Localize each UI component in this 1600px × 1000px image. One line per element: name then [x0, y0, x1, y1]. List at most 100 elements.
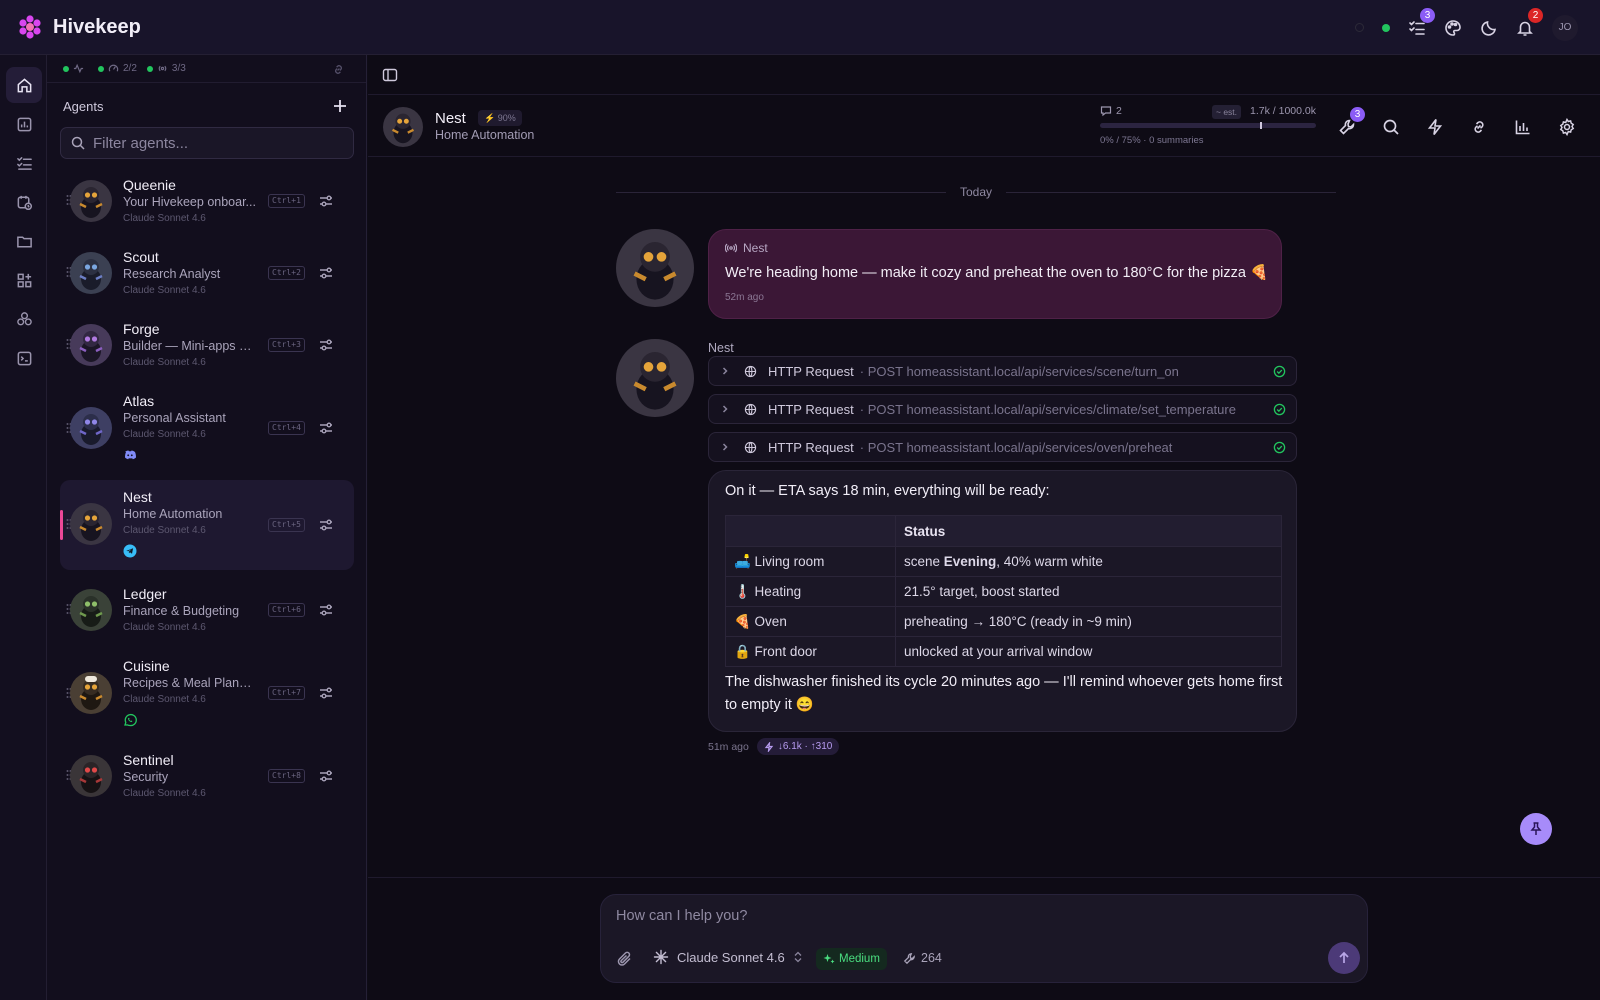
chat-toolbar	[368, 55, 1600, 95]
agent-settings-button[interactable]	[318, 420, 334, 436]
date-divider: Today	[616, 185, 1336, 199]
agent-model: Claude Sonnet 4.6	[123, 525, 206, 536]
sliders-icon	[320, 770, 332, 782]
agent-item-atlas[interactable]: Atlas Personal Assistant Claude Sonnet 4…	[60, 385, 354, 471]
sliders-icon	[320, 519, 332, 531]
hivekeep-logo-icon	[17, 14, 43, 40]
folder-icon	[16, 235, 32, 247]
table-cell: 🌡️ Heating	[725, 576, 896, 607]
link-status-icon[interactable]	[332, 63, 345, 76]
message-avatar	[616, 339, 694, 417]
context-progress-bar	[1100, 122, 1316, 129]
agent-settings-button[interactable]	[318, 602, 334, 618]
analytics-button[interactable]	[1514, 118, 1532, 136]
tool-call-item[interactable]: HTTP Request · POST homeassistant.local/…	[708, 356, 1297, 386]
broadcast-icon	[725, 243, 737, 253]
theme-palette-button[interactable]	[1444, 19, 1462, 37]
actions-button[interactable]	[1426, 118, 1444, 136]
tool-call-item[interactable]: HTTP Request · POST homeassistant.local/…	[708, 394, 1297, 424]
nav-schedule[interactable]	[6, 184, 42, 220]
selected-indicator	[60, 510, 63, 540]
dark-mode-toggle[interactable]	[1480, 19, 1498, 37]
agent-description: Security	[123, 770, 169, 784]
nav-files[interactable]	[6, 223, 42, 259]
agent-settings-button[interactable]	[318, 768, 334, 784]
agent-settings-button[interactable]	[318, 685, 334, 701]
agent-model: Claude Sonnet 4.6	[123, 622, 206, 633]
nav-tasks[interactable]	[6, 145, 42, 181]
pin-button[interactable]	[1520, 813, 1552, 845]
table-row: 🔒 Front door unlocked at your arrival wi…	[725, 636, 1282, 667]
table-header: Status	[895, 515, 1282, 547]
agent-item-queenie[interactable]: Queenie Your Hivekeep onboar... Claude S…	[60, 169, 354, 233]
globe-icon	[744, 403, 757, 415]
effort-selector[interactable]: Medium	[816, 948, 887, 970]
agent-settings-button[interactable]	[318, 193, 334, 209]
agent-name: Forge	[123, 321, 160, 337]
agent-description: Personal Assistant	[123, 411, 226, 425]
attach-button[interactable]	[616, 950, 634, 968]
home-icon	[17, 77, 31, 92]
tool-call-item[interactable]: HTTP Request · POST homeassistant.local/…	[708, 432, 1297, 462]
agent-item-ledger[interactable]: Ledger Finance & Budgeting Claude Sonnet…	[60, 578, 354, 642]
chat-header: Nest ⚡ 90% Home Automation 2 ~ est. 1.7k…	[368, 95, 1600, 157]
sparkles-icon	[823, 954, 835, 964]
token-usage-badge[interactable]: ↓6.1k · ↑310	[756, 738, 840, 755]
send-button[interactable]	[1328, 942, 1360, 974]
claude-sparkle-icon	[653, 949, 669, 965]
agent-name: Cuisine	[123, 658, 170, 674]
online-status-dot	[1382, 23, 1390, 32]
agent-avatar	[70, 324, 112, 366]
brand[interactable]: Hivekeep	[17, 14, 141, 40]
whatsapp-icon	[123, 713, 137, 727]
agent-item-sentinel[interactable]: Sentinel Security Claude Sonnet 4.6 Ctrl…	[60, 744, 354, 808]
agent-avatar	[70, 672, 112, 714]
tasks-button[interactable]: 3	[1408, 7, 1435, 37]
assistant-name: Nest	[708, 341, 734, 355]
sliders-icon	[320, 422, 332, 434]
search-chat-button[interactable]	[1382, 118, 1400, 136]
agent-settings-button[interactable]	[318, 265, 334, 281]
agent-item-cuisine[interactable]: Cuisine Recipes & Meal Planni... Claude …	[60, 650, 354, 736]
agent-item-nest[interactable]: Nest Home Automation Claude Sonnet 4.6 C…	[60, 480, 354, 570]
agent-avatar	[70, 407, 112, 449]
agent-avatar[interactable]	[383, 107, 423, 147]
threshold-marker	[1260, 122, 1262, 129]
nav-apps[interactable]	[6, 262, 42, 298]
notifications-button[interactable]: 2	[1516, 7, 1543, 37]
toggle-sidebar-button[interactable]	[382, 67, 398, 83]
paperclip-icon	[617, 951, 631, 966]
add-agent-button[interactable]	[331, 97, 349, 115]
agent-item-scout[interactable]: Scout Research Analyst Claude Sonnet 4.6…	[60, 241, 354, 305]
table-row: 🌡️ Heating 21.5° target, boost started	[725, 576, 1282, 607]
agent-item-forge[interactable]: Forge Builder — Mini-apps & ... Claude S…	[60, 313, 354, 377]
agent-settings-button[interactable]	[318, 517, 334, 533]
plus-icon	[334, 100, 346, 112]
tool-detail: · POST homeassistant.local/api/services/…	[859, 439, 1173, 455]
shortcut-hint: Ctrl+7	[268, 686, 305, 700]
user-avatar[interactable]: JO	[1552, 14, 1578, 41]
nav-home[interactable]	[6, 67, 42, 103]
nav-hive[interactable]	[6, 301, 42, 337]
tool-count[interactable]: 264	[903, 951, 942, 965]
globe-icon	[744, 365, 757, 377]
sliders-icon	[320, 339, 332, 351]
agent-name: Ledger	[123, 586, 167, 602]
gauge-icon	[108, 64, 119, 72]
nav-inbox[interactable]	[6, 106, 42, 142]
model-selector[interactable]: Claude Sonnet 4.6	[653, 949, 803, 965]
table-cell: unlocked at your arrival window	[895, 636, 1282, 667]
tool-detail: · POST homeassistant.local/api/services/…	[859, 401, 1236, 417]
agent-settings-button[interactable]	[318, 337, 334, 353]
hive-icon	[16, 311, 32, 325]
filter-agents-field[interactable]	[60, 127, 354, 159]
link-icon	[1474, 121, 1484, 133]
workers-status: 2/2	[98, 63, 137, 74]
message-input[interactable]	[616, 908, 1296, 924]
integrations-button[interactable]	[1470, 118, 1488, 136]
settings-button[interactable]	[1558, 118, 1576, 136]
nav-terminal[interactable]	[6, 340, 42, 376]
filter-agents-input[interactable]	[93, 134, 333, 152]
tools-button[interactable]: 3	[1338, 107, 1365, 136]
discord-icon	[123, 448, 137, 462]
